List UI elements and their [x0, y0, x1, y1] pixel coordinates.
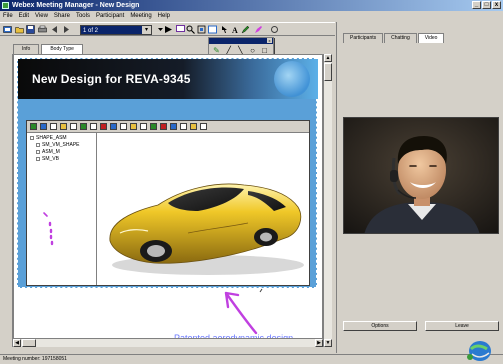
forward-icon[interactable] [62, 25, 71, 34]
tree-node[interactable]: ASM_M [30, 149, 93, 156]
shared-slide: New Design for REVA-9345 SHAPE_ASM SM_VM… [17, 58, 318, 288]
scroll-left-button[interactable]: ◀ [13, 339, 21, 347]
annotation-arrow [224, 291, 258, 335]
slide-banner: New Design for REVA-9345 [18, 59, 318, 99]
whiteboard-horizontal-scrollbar[interactable]: ◀ ▶ [13, 338, 323, 347]
part-icon [36, 149, 40, 154]
page-selector[interactable]: 1 of 2 ▾ [80, 25, 152, 35]
whiteboard-area[interactable]: New Design for REVA-9345 SHAPE_ASM SM_VM… [13, 54, 323, 347]
menu-meeting[interactable]: Meeting [130, 11, 151, 21]
menu-view[interactable]: View [35, 11, 48, 21]
minimize-button[interactable]: _ [472, 1, 481, 9]
tree-node[interactable]: SM_VB [30, 156, 93, 163]
pen-icon[interactable] [241, 25, 250, 34]
banner-globe-graphic [274, 61, 310, 97]
viewer-tool-icon[interactable] [50, 123, 57, 130]
side-panel: Participants Chatting Video Options Leav… [336, 22, 503, 361]
viewer-tool-icon[interactable] [120, 123, 127, 130]
participant-video-image [344, 118, 498, 233]
leave-button[interactable]: Leave [425, 321, 499, 331]
viewer-tool-icon[interactable] [90, 123, 97, 130]
scroll-down-button[interactable]: ▼ [324, 339, 332, 347]
open-icon[interactable] [15, 25, 24, 34]
part-icon [36, 156, 40, 161]
viewer-tool-icon[interactable] [200, 123, 207, 130]
viewer-tool-icon[interactable] [70, 123, 77, 130]
menu-share[interactable]: Share [54, 11, 70, 21]
viewer-tool-icon[interactable] [30, 123, 37, 130]
tab-participants[interactable]: Participants [343, 33, 384, 43]
cad-viewer-toolbar [27, 121, 309, 133]
menu-participant[interactable]: Participant [96, 11, 124, 21]
model-tree: SHAPE_ASM SM_VM_SHAPE ASM_M SM_VB [27, 133, 97, 285]
viewer-tool-icon[interactable] [130, 123, 137, 130]
slide-title: New Design for REVA-9345 [32, 72, 191, 86]
status-bar: Meeting number: 197158051 [0, 354, 503, 364]
save-icon[interactable] [26, 25, 35, 34]
display-icon[interactable] [176, 25, 185, 34]
tree-expand-icon[interactable] [30, 135, 34, 140]
close-button[interactable]: x [492, 1, 501, 9]
scroll-thumb[interactable] [22, 339, 36, 347]
menu-help[interactable]: Help [158, 11, 170, 21]
viewer-tool-icon[interactable] [60, 123, 67, 130]
window-title: Webex Meeting Manager - New Design [12, 2, 140, 9]
scroll-up-button[interactable]: ▲ [324, 54, 332, 62]
next-page-icon[interactable] [164, 25, 173, 34]
window-title-bar[interactable]: Webex Meeting Manager - New Design _ □ x [0, 0, 503, 11]
menu-edit[interactable]: Edit [19, 11, 29, 21]
page-selector-arrow[interactable]: ▾ [142, 26, 151, 34]
video-feed[interactable] [343, 117, 499, 234]
menu-file[interactable]: File [3, 11, 13, 21]
zoom-icon[interactable] [186, 25, 195, 34]
svg-text:A: A [232, 26, 238, 34]
menu-bar: File Edit View Share Tools Participant M… [0, 11, 503, 21]
viewer-tool-icon[interactable] [150, 123, 157, 130]
tree-node[interactable]: SM_VM_SHAPE [30, 142, 93, 149]
scroll-thumb[interactable] [324, 63, 332, 81]
back-icon[interactable] [50, 25, 59, 34]
tab-body-type[interactable]: Body Type [41, 44, 83, 54]
viewer-tool-icon[interactable] [80, 123, 87, 130]
fit-page-icon[interactable] [197, 25, 206, 34]
viewer-tool-icon[interactable] [180, 123, 187, 130]
side-panel-buttons: Options Leave [343, 321, 499, 331]
menu-tools[interactable]: Tools [76, 11, 90, 21]
viewer-tool-icon[interactable] [190, 123, 197, 130]
viewer-tool-icon[interactable] [140, 123, 147, 130]
side-panel-tabs: Participants Chatting Video [343, 33, 445, 43]
print-icon[interactable] [38, 25, 47, 34]
meeting-number: Meeting number: 197158051 [3, 356, 67, 362]
pointer-icon[interactable] [220, 25, 229, 34]
tab-video[interactable]: Video [417, 33, 445, 43]
tree-node[interactable]: SHAPE_ASM [30, 135, 93, 142]
maximize-button[interactable]: □ [482, 1, 491, 9]
sports-car-model [109, 183, 304, 275]
tab-chatting[interactable]: Chatting [384, 33, 417, 43]
viewer-tool-icon[interactable] [40, 123, 47, 130]
app-icon [2, 2, 9, 9]
viewer-tool-icon[interactable] [170, 123, 177, 130]
pen-cursor-icon [259, 288, 263, 293]
share-icon[interactable] [3, 25, 12, 34]
tab-info[interactable]: Info [13, 44, 40, 54]
viewer-tool-icon[interactable] [110, 123, 117, 130]
thumbnail-strip [0, 54, 13, 347]
viewer-tool-icon[interactable] [160, 123, 167, 130]
options-button[interactable]: Options [343, 321, 417, 331]
whiteboard-icon[interactable] [208, 25, 217, 34]
3d-model-view[interactable] [98, 133, 309, 285]
whiteboard-vertical-scrollbar[interactable]: ▲ ▼ [323, 54, 332, 347]
highlighter-icon[interactable] [254, 25, 263, 34]
eraser-icon[interactable] [270, 25, 279, 34]
document-tabs: Info Body Type [13, 44, 83, 54]
text-icon[interactable]: A [231, 25, 240, 34]
scroll-right-button[interactable]: ▶ [315, 339, 323, 347]
viewer-tool-icon[interactable] [100, 123, 107, 130]
main-toolbar: 1 of 2 ▾ A [0, 22, 335, 36]
webex-globe-logo [467, 341, 491, 361]
palette-close-button[interactable]: x [267, 38, 272, 43]
part-icon [36, 142, 40, 147]
cad-viewer: SHAPE_ASM SM_VM_SHAPE ASM_M SM_VB [26, 120, 310, 286]
